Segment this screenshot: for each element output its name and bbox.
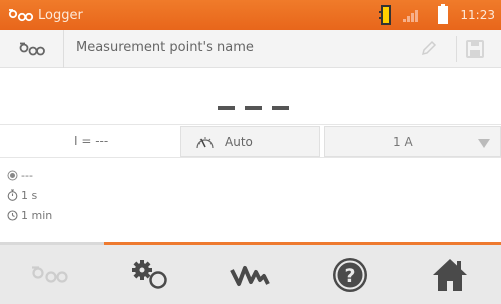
clock-icon bbox=[6, 209, 19, 222]
memory-card-icon bbox=[379, 5, 392, 25]
toolbar-home-button[interactable] bbox=[400, 245, 500, 304]
dropdown-arrow-icon bbox=[478, 139, 490, 148]
toolbar-settings-button[interactable] bbox=[100, 245, 200, 304]
record-icon bbox=[6, 169, 19, 182]
measurement-value bbox=[218, 106, 289, 110]
duration-line: 1 min bbox=[6, 205, 52, 225]
logger-icon bbox=[19, 42, 45, 56]
auto-range-label: Auto bbox=[225, 135, 253, 149]
logger-mode-button[interactable] bbox=[0, 30, 64, 68]
interval-line: 1 s bbox=[6, 185, 52, 205]
logger-icon bbox=[32, 265, 68, 283]
toolbar-help-button[interactable]: ? bbox=[300, 245, 400, 304]
interval-value: 1 s bbox=[21, 188, 38, 202]
current-readout: I = --- bbox=[74, 134, 109, 148]
clock: 11:23 bbox=[460, 8, 495, 22]
status-line: --- bbox=[6, 165, 52, 185]
measurement-point-name-row: Measurement point's name bbox=[0, 30, 501, 68]
status-area: 11:23 bbox=[379, 0, 495, 30]
signal-icon bbox=[403, 8, 419, 22]
window-title: Logger bbox=[38, 7, 83, 23]
gears-icon bbox=[132, 259, 167, 289]
title-bar: Logger 11:23 bbox=[0, 0, 501, 30]
pencil-icon[interactable] bbox=[420, 39, 438, 57]
parameter-row: I = --- Auto 1 A bbox=[0, 124, 501, 158]
floppy-disk-icon[interactable] bbox=[466, 40, 484, 58]
svg-text:?: ? bbox=[344, 265, 355, 287]
range-select[interactable]: 1 A bbox=[324, 126, 501, 157]
waveform-icon bbox=[230, 265, 270, 286]
logger-settings-summary: --- 1 s 1 min bbox=[6, 165, 52, 225]
battery-icon bbox=[438, 4, 449, 24]
gauge-icon bbox=[196, 137, 214, 149]
stopwatch-icon bbox=[6, 189, 19, 202]
bottom-toolbar: ? bbox=[0, 245, 501, 304]
logger-icon bbox=[8, 9, 34, 22]
toolbar-logger-button[interactable] bbox=[0, 245, 100, 304]
measurement-display bbox=[0, 68, 501, 124]
measurement-point-name-field[interactable]: Measurement point's name bbox=[76, 40, 254, 55]
status-value: --- bbox=[21, 168, 33, 182]
help-icon: ? bbox=[333, 257, 367, 292]
toolbar-measurements-button[interactable] bbox=[200, 245, 300, 304]
range-value: 1 A bbox=[393, 135, 413, 149]
duration-value: 1 min bbox=[21, 208, 53, 222]
home-icon bbox=[433, 258, 467, 291]
divider bbox=[456, 36, 457, 62]
auto-range-button[interactable]: Auto bbox=[180, 126, 320, 157]
